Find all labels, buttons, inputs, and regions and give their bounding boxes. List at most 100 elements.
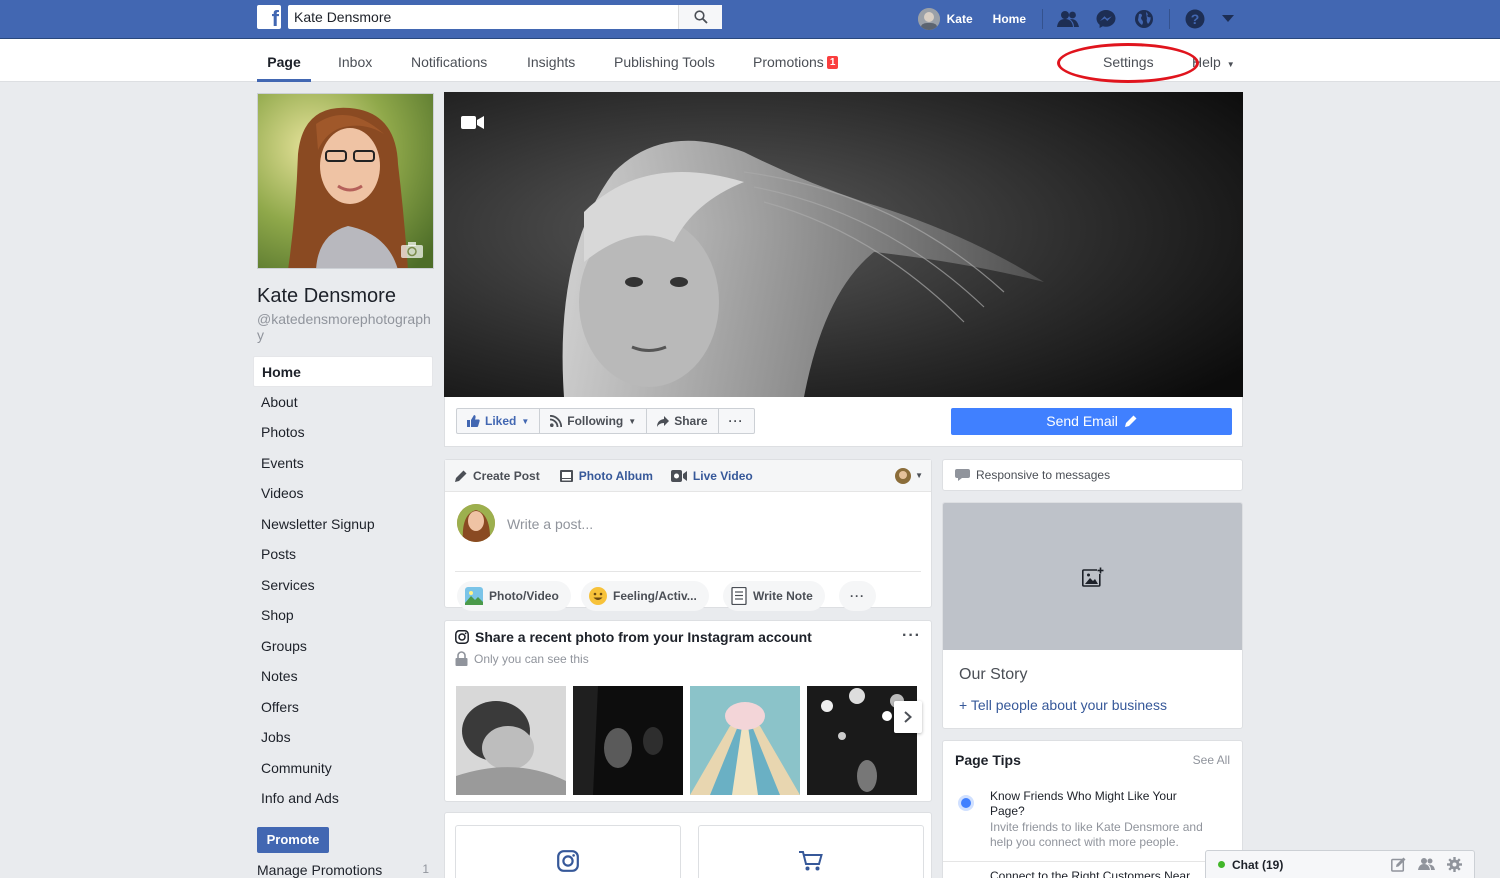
photo-album-tab[interactable]: Photo Album (559, 469, 653, 483)
sidebar-item-events[interactable]: Events (253, 448, 433, 479)
cover-video[interactable] (444, 92, 1243, 397)
home-link[interactable]: Home (983, 0, 1036, 38)
tip-title[interactable]: Connect to the Right Customers Near (990, 869, 1210, 878)
notifications-button[interactable] (1125, 0, 1163, 38)
tab-promotions-label: Promotions (753, 54, 824, 70)
instagram-photo-thumbnail[interactable] (690, 686, 800, 795)
live-video-icon (670, 469, 687, 482)
instagram-photo-thumbnail[interactable] (456, 686, 566, 795)
composer-actions: Photo/Video Feeling/Activ... Write Note … (455, 571, 921, 611)
instagram-connect-tile[interactable] (455, 825, 681, 878)
live-video-tab[interactable]: Live Video (670, 469, 753, 483)
tab-inbox[interactable]: Inbox (338, 39, 372, 82)
sidebar-item-services[interactable]: Services (253, 570, 433, 601)
tip-title[interactable]: Know Friends Who Might Like Your Page? (990, 789, 1210, 819)
liked-button[interactable]: Liked ▼ (457, 409, 541, 433)
caret-down-icon: ▼ (1226, 60, 1235, 69)
promote-button[interactable]: Promote (257, 827, 329, 853)
search-button[interactable] (678, 5, 722, 29)
sidebar-item-posts[interactable]: Posts (253, 539, 433, 570)
divider (1042, 9, 1043, 29)
shop-connect-tile[interactable] (698, 825, 924, 878)
search-input[interactable] (288, 6, 678, 28)
story-image-placeholder[interactable] (943, 503, 1242, 650)
page-tips-title: Page Tips (955, 752, 1021, 768)
tab-publishing-tools[interactable]: Publishing Tools (614, 39, 715, 82)
share-button[interactable]: Share (647, 409, 719, 433)
friend-requests-button[interactable] (1049, 0, 1087, 38)
sidebar-item-newsletter-signup[interactable]: Newsletter Signup (253, 509, 433, 540)
settings-highlight-ring (1057, 43, 1199, 83)
gear-icon[interactable] (1447, 857, 1462, 872)
profile-link[interactable]: Kate (908, 0, 983, 38)
sidebar-item-photos[interactable]: Photos (253, 417, 433, 448)
composer-tabs: Create Post Photo Album Live Video ▼ (445, 460, 931, 492)
promotions-badge: 1 (826, 56, 839, 69)
compose-icon[interactable] (1391, 857, 1406, 872)
send-email-button[interactable]: Send Email (951, 408, 1232, 435)
page-action-bar: Liked ▼ Following ▼ Share ··· Send Email (444, 397, 1243, 447)
camera-icon[interactable] (401, 242, 423, 258)
instagram-next-button[interactable] (894, 701, 922, 733)
chat-tools (1391, 857, 1462, 872)
sidebar-item-videos[interactable]: Videos (253, 478, 433, 509)
rss-icon (550, 415, 563, 427)
account-menu-button[interactable] (1214, 0, 1242, 38)
caret-down-icon (1222, 15, 1234, 22)
instagram-card-subtitle: Only you can see this (455, 651, 589, 666)
globe-icon (1135, 10, 1153, 28)
sidebar-item-jobs[interactable]: Jobs (253, 722, 433, 753)
tell-people-link[interactable]: + Tell people about your business (959, 697, 1167, 713)
share-arrow-icon (657, 415, 670, 427)
sidebar-item-about[interactable]: About (253, 387, 433, 418)
thumbs-up-icon (467, 415, 480, 427)
help-button[interactable]: ? (1176, 0, 1214, 38)
profile-picture[interactable] (257, 93, 434, 269)
instagram-icon (557, 850, 579, 872)
page-nav: Page Inbox Notifications Insights Publis… (0, 39, 1500, 82)
tab-insights[interactable]: Insights (527, 39, 575, 82)
page-handle[interactable]: @katedensmorephotography (257, 311, 437, 343)
instagram-title-text: Share a recent photo from your Instagram… (475, 629, 812, 645)
user-name: Kate (946, 12, 973, 26)
post-as-selector[interactable]: ▼ (895, 467, 923, 484)
responsiveness-badge[interactable]: Responsive to messages (942, 459, 1243, 491)
group-icon[interactable] (1418, 857, 1435, 871)
facebook-logo-icon[interactable]: f (257, 5, 281, 31)
more-composer-options[interactable]: ··· (839, 581, 876, 611)
messenger-button[interactable] (1087, 0, 1125, 38)
page-tips-card: Page Tips See All Know Friends Who Might… (942, 740, 1243, 878)
manage-promotions-link[interactable]: Manage Promotions 1 (257, 862, 433, 878)
sidebar-item-home[interactable]: Home (253, 356, 433, 387)
sidebar-item-groups[interactable]: Groups (253, 631, 433, 662)
more-actions-button[interactable]: ··· (719, 409, 754, 433)
following-button[interactable]: Following ▼ (540, 409, 648, 433)
composer-body[interactable]: Write a post... (445, 492, 931, 562)
instagram-card-options[interactable]: ··· (902, 627, 921, 645)
photo-video-chip[interactable]: Photo/Video (457, 581, 571, 611)
create-post-tab[interactable]: Create Post (455, 469, 540, 483)
photo-album-icon (559, 469, 573, 482)
feeling-activity-chip[interactable]: Feeling/Activ... (581, 581, 709, 611)
liked-label: Liked (485, 414, 517, 428)
instagram-subtitle-text: Only you can see this (474, 651, 589, 666)
sidebar-item-community[interactable]: Community (253, 753, 433, 784)
sidebar-item-notes[interactable]: Notes (253, 661, 433, 692)
sidebar-item-shop[interactable]: Shop (253, 600, 433, 631)
see-all-link[interactable]: See All (1193, 753, 1230, 767)
share-label: Share (674, 414, 708, 428)
page-name[interactable]: Kate Densmore (257, 285, 396, 308)
our-story-card: Our Story + Tell people about your busin… (942, 502, 1243, 729)
tip-body: Invite friends to like Kate Densmore and… (990, 820, 1203, 849)
tab-promotions[interactable]: Promotions 1 (753, 39, 839, 82)
tab-page[interactable]: Page (257, 39, 311, 82)
instagram-photo-thumbnail[interactable] (573, 686, 683, 795)
tab-notifications[interactable]: Notifications (411, 39, 487, 82)
sidebar-item-offers[interactable]: Offers (253, 692, 433, 723)
chat-bar[interactable]: Chat (19) (1205, 850, 1475, 878)
write-note-chip[interactable]: Write Note (723, 581, 825, 611)
video-camera-icon (461, 116, 484, 129)
pencil-icon (1124, 415, 1137, 427)
avatar (917, 8, 940, 30)
sidebar-item-info-and-ads[interactable]: Info and Ads (253, 783, 433, 814)
